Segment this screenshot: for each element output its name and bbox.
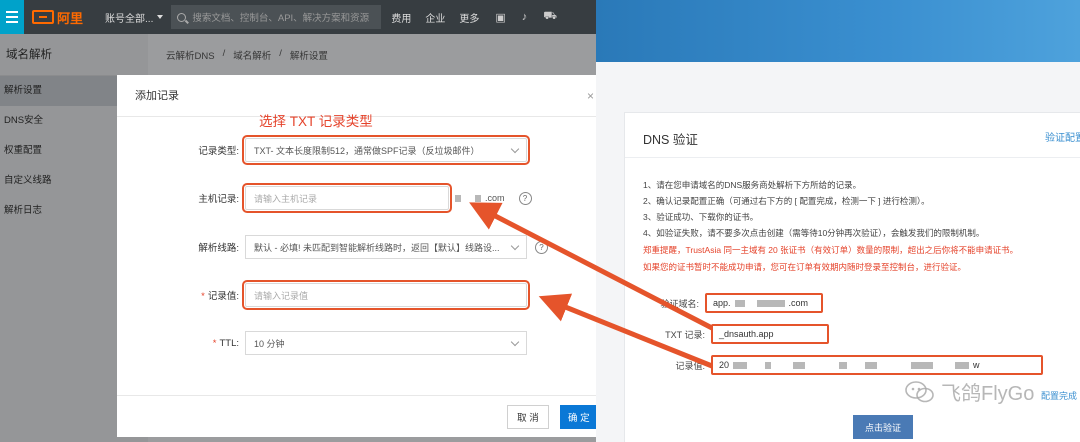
account-label: 账号全部... (105, 13, 154, 25)
record-prefix: 20 (719, 360, 730, 370)
search-icon (177, 12, 187, 22)
host-row: 主机记录: 请输入主机记录 .com ? (117, 183, 596, 213)
watermark: 飞鸽FlyGo (905, 377, 1034, 406)
ttl-label-wrap: * TTL: (212, 337, 239, 349)
top-nav: 费用 企业 更多 (391, 10, 479, 25)
instruction-4: 4、如验证失败，请不要多次点击创建（需等待10分钟再次验证），会触发我们的限制机… (643, 228, 985, 238)
header-banner (596, 0, 1080, 62)
verify-domain-row: 验证域名: app. .com (625, 293, 823, 313)
wechat-icon (905, 380, 934, 402)
config-complete-link[interactable]: 配置完成 (1041, 389, 1077, 402)
domain-suffix: .com (788, 298, 809, 308)
bell-icon[interactable]: ♪ (522, 11, 528, 23)
domain-suffix: .com (485, 193, 505, 203)
aliyun-logo[interactable]: 阿里 (32, 8, 83, 27)
txt-record-label: TXT 记录: (665, 329, 705, 340)
value-input[interactable]: 请输入记录值 (242, 280, 530, 310)
instruction-3: 3、验证成功、下载你的证书。 (643, 212, 759, 222)
menu-icon[interactable] (0, 0, 24, 34)
ttl-value: 10 分钟 (254, 338, 285, 349)
line-label: 解析线路: (198, 243, 239, 254)
top-icons: ▣ ♪ ⛟ (495, 10, 557, 24)
logo-bracket-icon (32, 10, 54, 24)
search-placeholder: 搜索文档、控制台、API、解决方案和资源 (192, 13, 370, 24)
record-value-value: 20 w (711, 355, 1043, 375)
record-suffix: w (973, 360, 980, 370)
domain-prefix: app. (713, 298, 731, 308)
value-row: * 记录值: 请输入记录值 (117, 280, 596, 310)
host-label: 主机记录: (198, 194, 239, 205)
redacted-block (734, 299, 745, 307)
redacted-block (475, 194, 481, 202)
chevron-down-icon (510, 241, 520, 251)
txt-record-row: TXT 记录: _dnsauth.app (625, 324, 829, 344)
dns-verify-card: DNS 验证 验证配置 1、请在您申请域名的DNS服务商处解析下方所给的记录。 … (624, 112, 1080, 442)
config-link[interactable]: 验证配置 (1045, 129, 1080, 144)
line-select[interactable]: 默认 - 必填! 未匹配到智能解析线路时，返回【默认】线路设... (245, 235, 527, 259)
card-title: DNS 验证 (643, 133, 698, 147)
value-label-wrap: * 记录值: (201, 291, 239, 302)
cancel-button[interactable]: 取 消 (507, 405, 549, 429)
chevron-down-icon (510, 337, 520, 347)
redacted-block (455, 194, 461, 202)
line-row: 解析线路: 默认 - 必填! 未匹配到智能解析线路时，返回【默认】线路设... … (117, 233, 596, 261)
redacted-block (865, 361, 878, 369)
host-placeholder: 请输入主机记录 (254, 193, 318, 204)
record-type-select[interactable]: TXT- 文本长度限制512，通常做SPF记录（反垃圾邮件） (242, 135, 530, 165)
dns-verify-page: DNS 验证 验证配置 1、请在您申请域名的DNS服务商处解析下方所给的记录。 … (596, 0, 1080, 442)
redacted-block (839, 361, 848, 369)
host-domain-suffix: .com ? (455, 191, 532, 205)
logo-text: 阿里 (57, 10, 84, 26)
confirm-button[interactable]: 确 定 (560, 405, 596, 429)
record-type-value: TXT- 文本长度限制512，通常做SPF记录（反垃圾邮件） (254, 145, 480, 156)
account-switcher[interactable]: 账号全部... (105, 10, 164, 25)
host-input[interactable]: 请输入主机记录 (242, 183, 452, 213)
record-value-row: 记录值: 20 w (625, 355, 1043, 375)
dialog-footer: 取 消 确 定 (117, 395, 596, 437)
value-placeholder: 请输入记录值 (254, 290, 309, 301)
ttl-select[interactable]: 10 分钟 (245, 331, 527, 355)
value-label: 记录值: (207, 291, 239, 302)
verify-domain-label: 验证域名: (660, 298, 699, 309)
annotation-text: 选择 TXT 记录类型 (259, 114, 373, 129)
terminal-icon[interactable]: ▣ (495, 11, 505, 24)
record-type-row: 记录类型: TXT- 文本长度限制512，通常做SPF记录（反垃圾邮件） (117, 135, 596, 165)
ttl-row: * TTL: 10 分钟 (117, 329, 596, 357)
aliyun-console: 阿里 账号全部... 搜索文档、控制台、API、解决方案和资源 费用 企业 更多… (0, 0, 596, 442)
redacted-block (733, 361, 748, 369)
record-value-label: 记录值: (675, 360, 705, 371)
dialog-title: 添加记录 (135, 90, 179, 102)
watermark-text: 飞鸽FlyGo (941, 383, 1035, 405)
instruction-2: 2、确认记录配置正确（可通过右下方的 [ 配置完成，检测一下 ] 进行检测）。 (643, 196, 930, 206)
line-value: 默认 - 必填! 未匹配到智能解析线路时，返回【默认】线路设... (254, 242, 500, 253)
verify-domain-value: app. .com (705, 293, 823, 313)
help-icon[interactable]: ? (535, 240, 548, 254)
txt-record-value: _dnsauth.app (711, 324, 829, 344)
nav-billing[interactable]: 费用 (391, 10, 411, 25)
top-bar: 阿里 账号全部... 搜索文档、控制台、API、解决方案和资源 费用 企业 更多… (0, 0, 596, 34)
redacted-block (955, 361, 970, 369)
redacted-block (911, 361, 934, 369)
search-input[interactable]: 搜索文档、控制台、API、解决方案和资源 (171, 5, 382, 29)
warning-2: 如果您的证书暂时不能成功申请，您可在订单有效期内随时登录至控制台，进行验证。 (643, 262, 967, 272)
chevron-down-icon (510, 144, 520, 154)
cart-icon[interactable]: ⛟ (543, 10, 557, 24)
warning-1: 郑重提醒，TrustAsia 同一主域有 20 张证书（有效订单）数量的限制，超… (643, 245, 1019, 255)
nav-enterprise[interactable]: 企业 (425, 10, 445, 25)
instruction-1: 1、请在您申请域名的DNS服务商处解析下方所给的记录。 (643, 180, 862, 190)
redacted-block (765, 361, 772, 369)
verify-button[interactable]: 点击验证 (853, 415, 913, 439)
record-type-label: 记录类型: (198, 146, 239, 157)
caret-down-icon (157, 15, 164, 19)
redacted-block (756, 299, 785, 307)
nav-more[interactable]: 更多 (459, 10, 479, 25)
close-icon[interactable]: × (587, 75, 594, 117)
ttl-label: TTL: (219, 337, 239, 349)
help-icon[interactable]: ? (518, 191, 532, 205)
redacted-block (793, 361, 806, 369)
divider (625, 157, 1080, 158)
